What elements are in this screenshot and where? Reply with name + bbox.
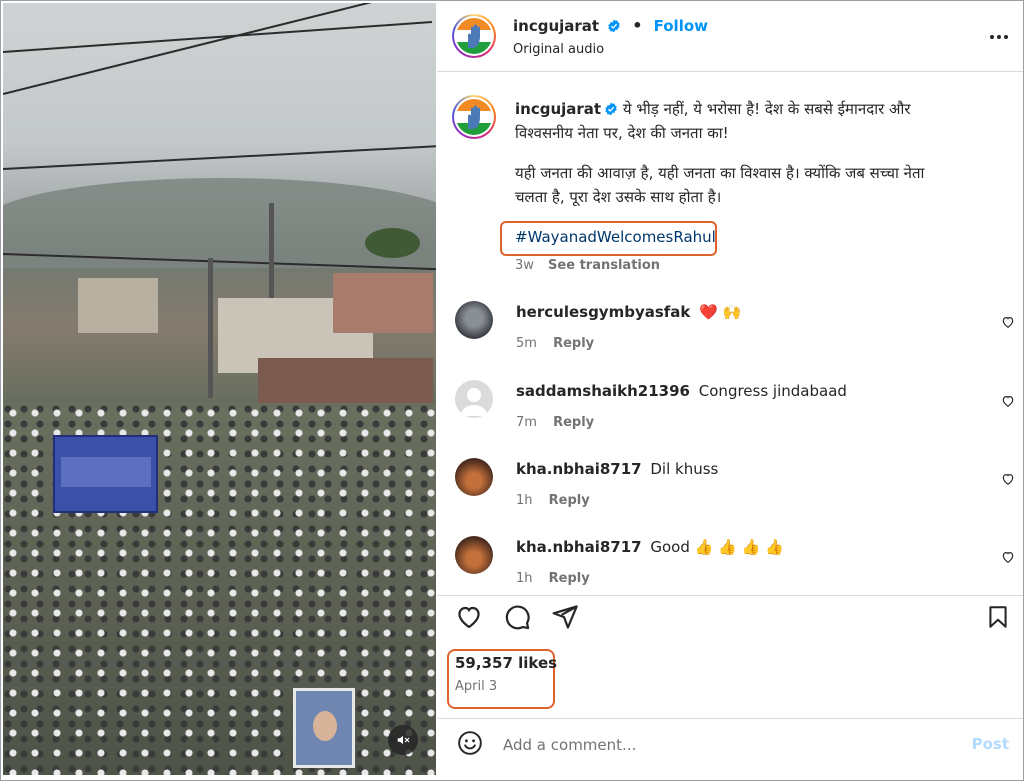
heart-icon[interactable]: [1001, 394, 1015, 408]
caption-age: 3w: [515, 258, 534, 273]
comment: herculesgymbyasfak ❤️ 🙌 5m Reply: [455, 301, 1015, 361]
author-avatar[interactable]: [452, 14, 496, 58]
commenter-avatar[interactable]: [455, 301, 493, 339]
congress-hand-logo: [456, 18, 492, 54]
campaign-vehicle: [53, 435, 158, 513]
caption-text-4: चलता है, पूरा देश उसके साथ होता है।: [515, 188, 722, 206]
comment-username[interactable]: kha.nbhai8717: [516, 460, 642, 478]
mute-button[interactable]: [388, 725, 418, 755]
comment-text: Congress jindabaad: [698, 382, 847, 400]
comment-meta: 7m Reply: [516, 415, 606, 430]
caption-meta: 3w See translation: [515, 258, 660, 273]
heart-icon: [458, 606, 480, 629]
see-translation-button[interactable]: See translation: [548, 258, 660, 273]
share-button[interactable]: [551, 603, 579, 635]
comment-text: Good 👍 👍 👍 👍: [650, 538, 784, 556]
paper-plane-icon: [552, 605, 578, 629]
post-header: incgujarat • Follow Original audio: [437, 3, 1023, 69]
verified-badge-icon: [608, 19, 620, 33]
header-title-row: incgujarat • Follow: [513, 16, 708, 35]
comment-username[interactable]: saddamshaikh21396: [516, 382, 690, 400]
save-button[interactable]: [985, 603, 1011, 635]
comment-text: Dil khuss: [650, 460, 719, 478]
speaker-muted-icon: [397, 735, 410, 745]
more-options-button[interactable]: [989, 25, 1009, 44]
comment: kha.nbhai8717 Dil khuss 1h Reply: [455, 458, 1015, 518]
reply-button[interactable]: Reply: [549, 571, 590, 586]
header-divider: [437, 71, 1023, 72]
building: [333, 273, 433, 333]
hashtag-link[interactable]: #WayanadWelcomesRahul: [515, 228, 716, 246]
commenter-avatar[interactable]: [455, 536, 493, 574]
action-bar: [437, 603, 1023, 643]
reply-button[interactable]: Reply: [549, 493, 590, 508]
emoji-button[interactable]: [457, 730, 483, 760]
comment-text: ❤️ 🙌: [699, 303, 742, 321]
comment-age: 1h: [516, 493, 533, 508]
comment-input[interactable]: [503, 732, 943, 758]
leader-poster: [293, 688, 355, 768]
comment-icon: [505, 605, 530, 630]
caption-line: incgujarat ये भीड़ नहीं, ये भरोसा है! दे…: [515, 97, 1005, 121]
author-username[interactable]: incgujarat: [513, 17, 599, 35]
reply-button[interactable]: Reply: [553, 415, 594, 430]
comment-meta: 5m Reply: [516, 336, 606, 351]
power-line: [3, 21, 433, 53]
comment-age: 5m: [516, 336, 537, 351]
actions-divider: [437, 595, 1023, 596]
commenter-avatar[interactable]: [455, 458, 493, 496]
default-avatar-icon: [460, 388, 488, 416]
post-comment-button[interactable]: Post: [972, 735, 1009, 753]
more-icon: [990, 35, 1008, 39]
separator-dot: •: [632, 16, 643, 35]
heart-icon[interactable]: [1001, 550, 1015, 564]
comment-meta: 1h Reply: [516, 571, 602, 586]
comment-body: kha.nbhai8717 Dil khuss: [516, 460, 976, 478]
comment-body: herculesgymbyasfak ❤️ 🙌: [516, 303, 976, 321]
post-date: April 3: [455, 679, 498, 694]
heart-icon[interactable]: [1001, 315, 1015, 329]
smiley-icon: [458, 731, 482, 755]
comment: saddamshaikh21396 Congress jindabaad 7m …: [455, 380, 1015, 440]
verified-badge-icon: [605, 102, 617, 116]
caption-text-2: विश्वसनीय नेता पर, देश की जनता का!: [515, 124, 729, 142]
reply-button[interactable]: Reply: [553, 336, 594, 351]
comment-age: 7m: [516, 415, 537, 430]
follow-button[interactable]: Follow: [654, 17, 708, 35]
bookmark-icon: [989, 606, 1007, 628]
congress-hand-logo: [456, 99, 492, 135]
street-light-pole: [208, 258, 213, 398]
caption-text-3: यही जनता की आवाज़ है, यही जनता का विश्वा…: [515, 164, 925, 182]
comment-username[interactable]: kha.nbhai8717: [516, 538, 642, 556]
audio-label[interactable]: Original audio: [513, 42, 604, 57]
palm-tree: [365, 228, 420, 258]
building: [78, 278, 158, 333]
comment-meta: 1h Reply: [516, 493, 602, 508]
heart-icon[interactable]: [1001, 472, 1015, 486]
post-video[interactable]: [3, 3, 436, 775]
caption-avatar[interactable]: [452, 95, 496, 139]
post-panel: incgujarat • Follow Original audio incgu…: [437, 3, 1023, 775]
caption-username[interactable]: incgujarat: [515, 100, 601, 118]
likes-count[interactable]: 59,357 likes: [455, 654, 557, 672]
power-line: [3, 144, 436, 170]
comment-body: saddamshaikh21396 Congress jindabaad: [516, 382, 976, 400]
comment-button[interactable]: [503, 603, 531, 635]
caption: incgujarat ये भीड़ नहीं, ये भरोसा है! दे…: [515, 97, 1005, 209]
browser-frame: incgujarat • Follow Original audio incgu…: [0, 0, 1024, 781]
comment: kha.nbhai8717 Good 👍 👍 👍 👍 1h Reply: [455, 536, 1015, 596]
power-line: [3, 3, 431, 95]
commenter-avatar[interactable]: [455, 380, 493, 418]
comment-username[interactable]: herculesgymbyasfak: [516, 303, 690, 321]
caption-text-1: ये भीड़ नहीं, ये भरोसा है! देश के सबसे ई…: [622, 100, 911, 118]
comment-body: kha.nbhai8717 Good 👍 👍 👍 👍: [516, 538, 976, 556]
like-button[interactable]: [455, 603, 483, 635]
comment-age: 1h: [516, 571, 533, 586]
comment-composer: Post: [437, 718, 1023, 775]
